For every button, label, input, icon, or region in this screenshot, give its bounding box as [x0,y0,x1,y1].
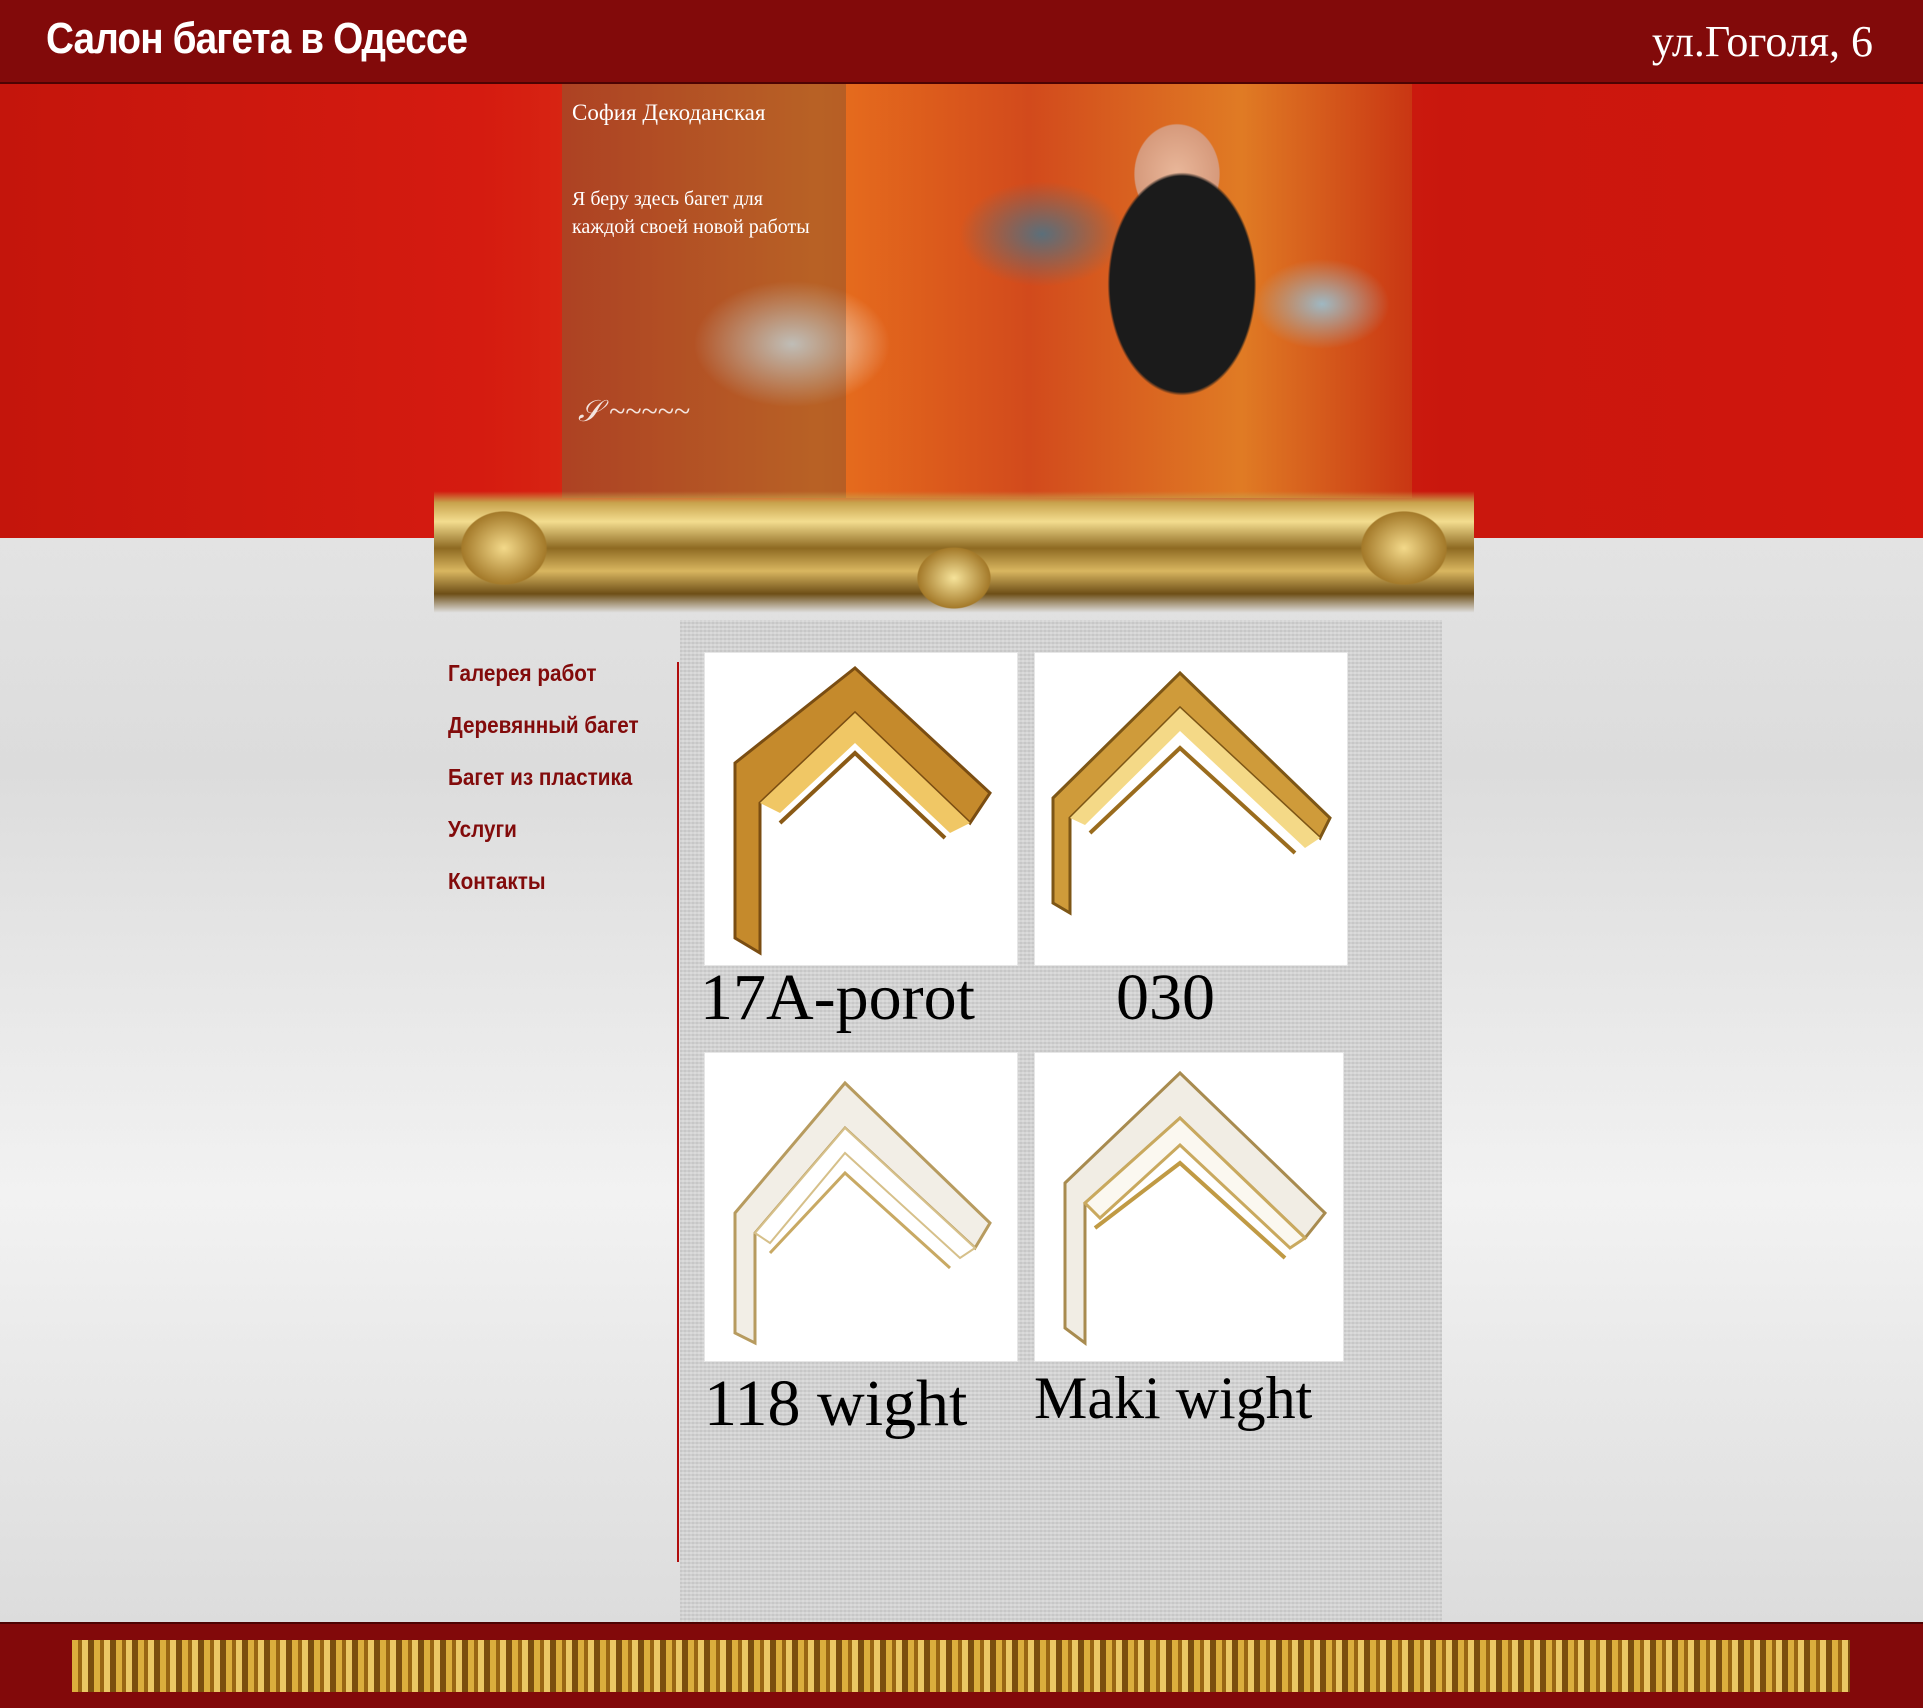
product-image-030[interactable] [1034,652,1348,966]
address-text: ул.Гоголя, 6 [1651,17,1873,66]
main-nav: Галерея работ Деревянный багет Багет из … [448,660,678,920]
product-image-maki-wight[interactable] [1034,1052,1344,1362]
frame-corner-icon [733,666,992,956]
nav-plastic-baguette[interactable]: Багет из пластика [448,764,655,816]
product-caption-030: 030 [1116,961,1215,1034]
quote-panel [562,84,846,498]
product-caption-118-wight: 118 wight [704,1367,968,1440]
nav-services[interactable]: Услуги [448,816,655,868]
quote-text: Я беру здесь багет для каждой своей ново… [572,188,810,238]
product-image-118-wight[interactable] [704,1052,1018,1362]
nav-wooden-baguette[interactable]: Деревянный багет [448,712,655,764]
product-caption-maki-wight: Maki wight [1034,1365,1313,1431]
quote-author: София Декоданская [572,100,766,125]
header-bar: Салон багета в Одессе ул.Гоголя, 6 [0,0,1923,84]
signature-image: 𝒮 ~~~~~ [578,395,690,428]
footer-ornament [72,1640,1850,1692]
frame-corner-icon [733,1080,992,1346]
nav-contacts[interactable]: Контакты [448,868,655,920]
product-image-17a-porot[interactable] [704,652,1018,966]
nav-divider [677,662,679,1562]
ornate-frame-decoration [434,438,1474,628]
frame-corner-icon [1051,670,1332,916]
frame-corner-icon [1063,1070,1328,1346]
nav-gallery[interactable]: Галерея работ [448,660,655,712]
site-title[interactable]: Салон багета в Одессе [46,14,468,64]
product-caption-17a-porot: 17A-porot [700,961,975,1034]
